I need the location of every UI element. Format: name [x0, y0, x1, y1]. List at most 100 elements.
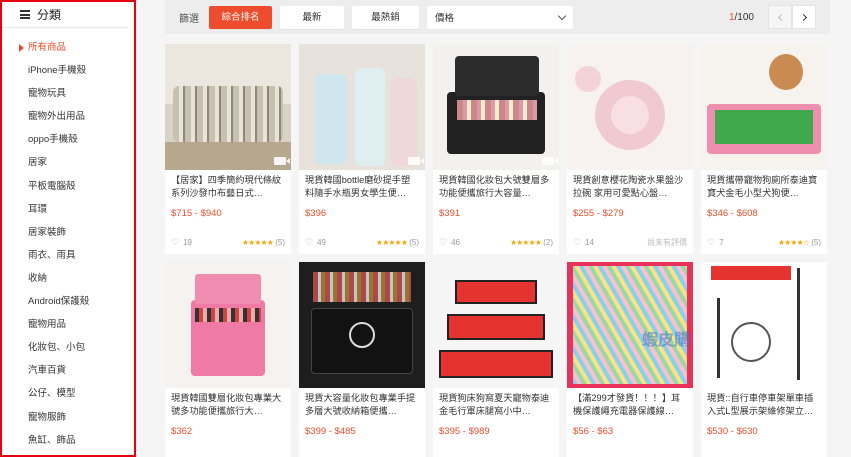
review-count: (2): [543, 238, 553, 247]
product-title: 現貨狗床狗窩夏天寵物泰迪金毛行軍床腿窩小中…: [439, 393, 550, 416]
product-card[interactable]: 現貨韓國bottle磨砂提手塑料隨手水瓶男女學生便… $396 ♡ 49 ★★★★…: [299, 44, 425, 254]
product-card[interactable]: 現貨狗床狗窩夏天寵物泰迪金毛行軍床腿窩小中… $395 - $989: [433, 262, 559, 457]
product-card[interactable]: 現貨創意櫻花陶瓷水果盤沙拉碗 家用可愛點心盤… $255 - $279 ♡ 14 …: [567, 44, 693, 254]
product-card[interactable]: 現貨攜帶寵物狗廁所泰迪寶寶犬金毛小型犬狗便… $346 - $608 ♡ 7 ★★…: [701, 44, 827, 254]
category-item-label: 雨衣、雨具: [28, 249, 76, 261]
product-card[interactable]: 現貨大容量化妝包專業手提多層大號收納箱便攜… $399 - $485: [299, 262, 425, 457]
heart-icon: ♡: [439, 237, 448, 247]
product-meta: ♡ 49 ★★★★★ (5): [305, 237, 419, 248]
product-card[interactable]: 現貨韓國雙層化妝包專業大號多功能便攜旅行大… $362: [165, 262, 291, 457]
category-item-label: 寵物用品: [28, 319, 67, 331]
category-sidebar: 分類 所有商品 iPhone手機殼 寵物玩具 寵物外出用品 oppo手機殼 居家…: [0, 0, 136, 457]
product-title: 現貨攜帶寵物狗廁所泰迪寶寶犬金毛小型犬狗便…: [707, 175, 818, 198]
product-image: [567, 44, 693, 170]
list-icon: [20, 10, 30, 19]
likes-count: 14: [585, 238, 594, 247]
product-title: 現貨韓國bottle磨砂提手塑料隨手水瓶男女學生便…: [305, 175, 411, 198]
product-title: 現貨::自行車停車架單車插入式L型展示架維修架立…: [707, 393, 814, 416]
sort-relevance-button[interactable]: 綜合排名: [209, 5, 272, 29]
product-image: [165, 262, 291, 388]
likes-count: 46: [451, 238, 460, 247]
category-item[interactable]: 平板電腦殼: [2, 175, 134, 198]
rating-stars: ★★★★★: [242, 238, 274, 247]
rating: ★★★★★ (5): [242, 238, 285, 247]
likes[interactable]: ♡ 7: [707, 237, 724, 248]
category-item-all[interactable]: 所有商品: [2, 36, 134, 59]
category-list: 所有商品 iPhone手機殼 寵物玩具 寵物外出用品 oppo手機殼 居家 平板…: [2, 28, 134, 452]
next-page-button[interactable]: [792, 5, 816, 29]
price-sort-select[interactable]: 價格: [427, 5, 573, 29]
product-title: 【滿299才發貨！！！】耳機保護繩充電器保護線…: [573, 393, 681, 416]
rating-stars: ★★★★★: [510, 238, 542, 247]
category-item-label: 寵物服飾: [28, 411, 67, 423]
product-meta: ♡ 46 ★★★★★ (2): [439, 237, 553, 248]
product-card[interactable]: 現貨::自行車停車架單車插入式L型展示架維修架立… $530 - $630: [701, 262, 827, 457]
product-price: $255 - $279: [573, 208, 624, 219]
product-title: 現貨創意櫻花陶瓷水果盤沙拉碗 家用可愛點心盤…: [573, 175, 684, 198]
review-count: (5): [275, 238, 285, 247]
category-item[interactable]: 汽車百貨: [2, 359, 134, 382]
category-item-label: 魚缸、飾品: [28, 434, 76, 446]
sort-top-sales-button[interactable]: 最熱銷: [352, 5, 419, 29]
category-item[interactable]: 化妝包、小包: [2, 336, 134, 359]
product-grid: 【居家】四季簡約現代條紋系列沙發巾布藝日式… $715 - $940 ♡ 19 ★…: [165, 44, 835, 457]
category-item-label: Android保護殼: [28, 296, 90, 308]
product-title: 現貨大容量化妝包專業手提多層大號收納箱便攜…: [305, 393, 416, 416]
review-count: (5): [409, 238, 419, 247]
category-item-label: 所有商品: [28, 42, 67, 53]
prev-page-button[interactable]: [768, 5, 792, 29]
likes[interactable]: ♡ 19: [171, 237, 192, 248]
category-item[interactable]: 寵物服飾: [2, 406, 134, 429]
category-item-label: 汽車百貨: [28, 365, 67, 377]
product-title: 【居家】四季簡約現代條紋系列沙發巾布藝日式…: [171, 175, 282, 198]
product-card[interactable]: 【滿299才發貨！！！】耳機保護繩充電器保護線… $56 - $63: [567, 262, 693, 457]
chevron-right-icon: [799, 13, 807, 21]
rating-stars: ★★★★☆: [778, 238, 810, 247]
review-count: (5): [811, 238, 821, 247]
category-item[interactable]: 公仔、模型: [2, 382, 134, 405]
product-image: [299, 44, 425, 170]
product-card[interactable]: 【居家】四季簡約現代條紋系列沙發巾布藝日式… $715 - $940 ♡ 19 ★…: [165, 44, 291, 254]
category-item[interactable]: 耳環: [2, 198, 134, 221]
product-meta: ♡ 7 ★★★★☆ (5): [707, 237, 821, 248]
product-image: [701, 44, 827, 170]
category-item[interactable]: iPhone手機殼: [2, 59, 134, 82]
heart-icon: ♡: [573, 237, 582, 247]
likes-count: 49: [317, 238, 326, 247]
likes[interactable]: ♡ 49: [305, 237, 326, 248]
category-header: 分類: [2, 2, 128, 28]
watermark-logo: 蝦皮購: [642, 332, 691, 349]
category-item[interactable]: 寵物用品: [2, 313, 134, 336]
category-item[interactable]: 雨衣、雨具: [2, 244, 134, 267]
category-item-label: 寵物玩具: [28, 88, 67, 100]
chevron-left-icon: [777, 13, 785, 21]
rating: ★★★★★ (2): [510, 238, 553, 247]
category-item[interactable]: 收納: [2, 267, 134, 290]
likes[interactable]: ♡ 14: [573, 237, 594, 248]
category-item-label: 平板電腦殼: [28, 180, 76, 192]
category-item[interactable]: 居家: [2, 151, 134, 174]
category-item[interactable]: 寵物玩具: [2, 82, 134, 105]
likes[interactable]: ♡ 46: [439, 237, 460, 248]
category-item-label: iPhone手機殼: [28, 65, 87, 77]
category-item-label: 公仔、模型: [28, 388, 76, 400]
category-item[interactable]: 居家裝飾: [2, 221, 134, 244]
product-card[interactable]: 現貨韓國化妝包大號雙層多功能便攜旅行大容量… $391 ♡ 46 ★★★★★ (2): [433, 44, 559, 254]
price-sort-label: 價格: [435, 13, 455, 24]
product-image: [701, 262, 827, 388]
category-item[interactable]: 寵物外出用品: [2, 105, 134, 128]
category-item-label: oppo手機殼: [28, 134, 78, 146]
category-item[interactable]: 魚缸、飾品: [2, 429, 134, 452]
sort-bar: 篩選 綜合排名 最新 最熱銷 價格 1 /100: [165, 0, 830, 34]
video-icon: [408, 157, 424, 165]
page-total: /100: [734, 11, 754, 23]
likes-count: 19: [183, 238, 192, 247]
category-item[interactable]: oppo手機殼: [2, 128, 134, 151]
category-item-label: 耳環: [28, 203, 48, 215]
rating: ★★★★☆ (5): [778, 238, 821, 247]
product-image: [433, 262, 559, 388]
sort-latest-button[interactable]: 最新: [280, 5, 344, 29]
product-price: $396: [305, 208, 327, 219]
category-item-label: 居家: [28, 157, 48, 169]
category-item[interactable]: Android保護殼: [2, 290, 134, 313]
